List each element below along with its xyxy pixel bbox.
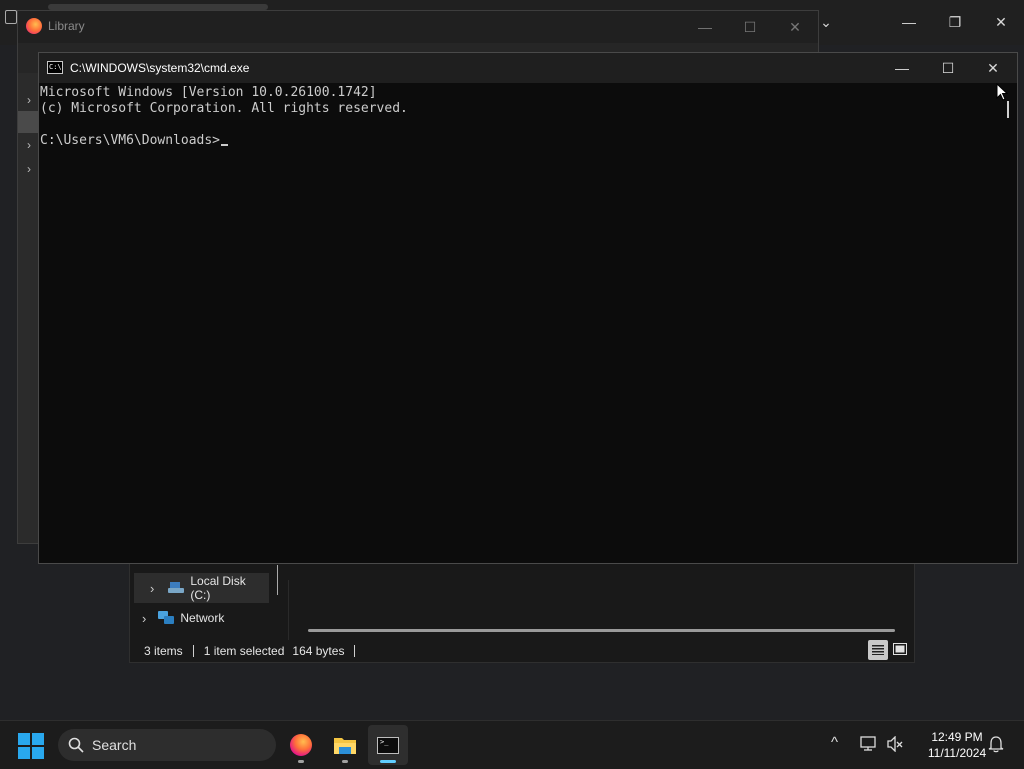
chevron-right-icon[interactable]: › bbox=[150, 581, 154, 596]
status-size: 164 bytes bbox=[292, 644, 345, 658]
content-divider bbox=[288, 580, 289, 640]
command-prompt-icon: >_ bbox=[377, 736, 399, 754]
status-selection: 1 item selected bbox=[203, 644, 285, 658]
background-minimize-button[interactable]: — bbox=[886, 7, 932, 37]
library-sidebar: › › › bbox=[18, 73, 38, 543]
active-indicator bbox=[380, 760, 396, 763]
vertical-scrollbar[interactable] bbox=[1007, 101, 1009, 118]
cmd-title: C:\WINDOWS\system32\cmd.exe bbox=[70, 61, 250, 75]
library-minimize-button[interactable]: — bbox=[682, 12, 728, 42]
nav-item-local-disk[interactable]: › Local Disk (C:) bbox=[134, 573, 269, 603]
chevron-right-icon[interactable]: › bbox=[27, 138, 31, 152]
status-item-count: 3 items bbox=[144, 644, 183, 658]
network-status-icon[interactable] bbox=[860, 736, 878, 752]
background-app-icon bbox=[5, 10, 17, 24]
status-divider bbox=[354, 645, 356, 657]
cmd-minimize-button[interactable]: — bbox=[879, 53, 925, 83]
mouse-pointer-icon bbox=[996, 83, 1008, 101]
taskbar: Search >_ ^ 12:49 PM 11/11/2024 bbox=[0, 720, 1024, 769]
library-titlebar[interactable]: Library — ☐ ✕ bbox=[18, 11, 818, 43]
search-placeholder: Search bbox=[92, 737, 137, 753]
large-icons-view-icon bbox=[893, 643, 907, 655]
firefox-icon bbox=[290, 734, 312, 756]
large-icons-view-button[interactable] bbox=[892, 641, 908, 657]
cmd-window: C:\ C:\WINDOWS\system32\cmd.exe — ☐ ✕ Mi… bbox=[38, 52, 1018, 564]
running-indicator bbox=[298, 760, 304, 763]
details-view-icon bbox=[872, 645, 884, 655]
chevron-right-icon[interactable]: › bbox=[27, 93, 31, 107]
background-close-button[interactable]: ✕ bbox=[978, 7, 1024, 37]
nav-item-label: Network bbox=[180, 611, 225, 625]
chevron-right-icon[interactable]: › bbox=[27, 162, 31, 176]
cmd-close-button[interactable]: ✕ bbox=[970, 53, 1016, 83]
nav-item-network[interactable]: › Network bbox=[134, 608, 224, 628]
taskbar-firefox-button[interactable] bbox=[281, 725, 321, 765]
status-bar: 3 items 1 item selected 164 bytes bbox=[144, 644, 365, 658]
nav-item-label: Local Disk (C:) bbox=[190, 574, 246, 602]
cmd-app-icon: C:\ bbox=[47, 61, 63, 74]
windows-logo-icon bbox=[18, 733, 30, 745]
start-button[interactable] bbox=[18, 733, 44, 759]
details-view-button[interactable] bbox=[868, 640, 888, 660]
search-icon bbox=[68, 737, 84, 753]
folder-icon bbox=[334, 738, 356, 754]
drive-icon bbox=[168, 582, 185, 594]
background-restore-button[interactable]: ❐ bbox=[932, 7, 978, 37]
running-indicator bbox=[342, 760, 348, 763]
taskbar-file-explorer-button[interactable] bbox=[325, 725, 365, 765]
status-divider bbox=[192, 645, 194, 657]
text-cursor bbox=[221, 144, 229, 146]
chevron-right-icon[interactable]: › bbox=[142, 611, 146, 626]
cmd-titlebar[interactable]: C:\ C:\WINDOWS\system32\cmd.exe — ☐ ✕ bbox=[39, 53, 1017, 83]
notification-bell-icon[interactable] bbox=[988, 735, 1004, 753]
volume-muted-icon[interactable] bbox=[886, 736, 904, 752]
console-line: Microsoft Windows [Version 10.0.26100.17… bbox=[40, 85, 377, 100]
taskbar-cmd-button[interactable]: >_ bbox=[368, 725, 408, 765]
console-prompt-line: C:\Users\VM6\Downloads> bbox=[40, 133, 229, 148]
horizontal-scrollbar[interactable] bbox=[308, 629, 895, 632]
library-maximize-button[interactable]: ☐ bbox=[727, 12, 773, 42]
console-line: (c) Microsoft Corporation. All rights re… bbox=[40, 101, 408, 116]
library-title: Library bbox=[48, 19, 85, 33]
taskbar-search-box[interactable]: Search bbox=[58, 729, 276, 761]
library-close-button[interactable]: ✕ bbox=[772, 12, 818, 42]
console-output[interactable]: Microsoft Windows [Version 10.0.26100.17… bbox=[39, 83, 1017, 563]
cmd-maximize-button[interactable]: ☐ bbox=[925, 53, 971, 83]
pane-splitter[interactable] bbox=[277, 565, 278, 595]
firefox-logo-icon bbox=[26, 18, 42, 34]
show-hidden-icons-button[interactable]: ^ bbox=[831, 734, 838, 751]
network-icon bbox=[158, 611, 175, 625]
library-sidebar-selected-row[interactable] bbox=[18, 111, 38, 133]
console-prompt: C:\Users\VM6\Downloads> bbox=[40, 133, 221, 148]
